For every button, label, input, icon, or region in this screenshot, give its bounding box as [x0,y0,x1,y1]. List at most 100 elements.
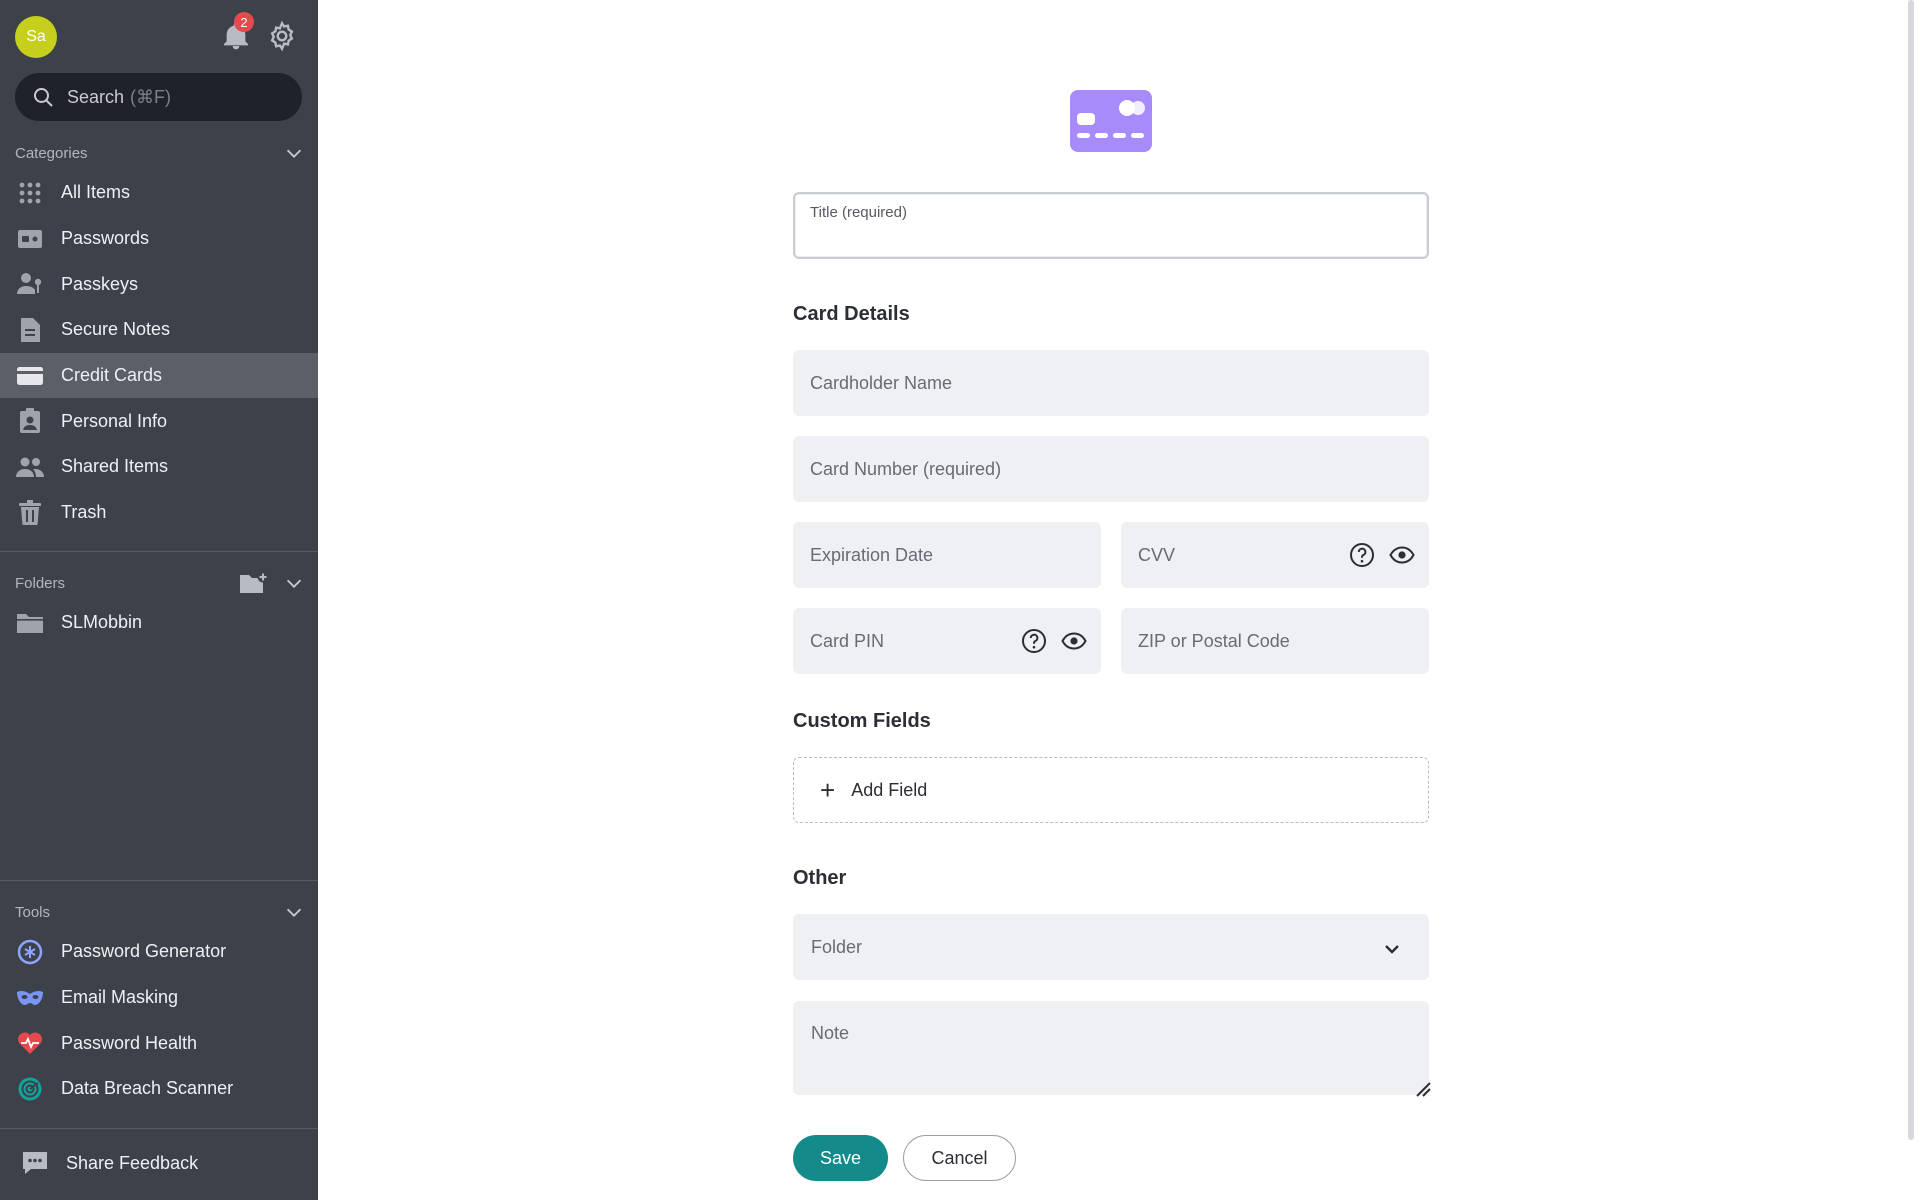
chevron-down-icon [1385,945,1399,954]
trash-icon [16,499,44,527]
sidebar-item-label: Personal Info [61,410,168,431]
password-icon [16,225,44,253]
tools-header[interactable]: Tools [15,900,305,924]
custom-fields-heading: Custom Fields [793,710,931,732]
search-icon [34,88,53,107]
categories-label: Categories [15,144,88,162]
eye-icon[interactable] [1389,542,1415,568]
share-feedback-button[interactable]: Share Feedback [20,1148,198,1178]
search-label: Search [67,86,125,107]
sidebar-item-label: Password Generator [61,941,227,962]
categories-list: All Items Passwords Passkeys Secure Note… [0,170,318,536]
sidebar-item-data-breach-scanner[interactable]: Data Breach Scanner [0,1066,318,1112]
title-field[interactable]: Title (required) [793,192,1429,259]
credit-card-icon [1070,90,1152,152]
sidebar-item-password-health[interactable]: Password Health [0,1020,318,1066]
chevron-down-icon[interactable] [283,901,305,923]
cvv-placeholder: CVV [1138,544,1176,565]
resize-handle-icon[interactable] [1413,1079,1433,1099]
cardholder-name-field[interactable]: Cardholder Name [793,350,1429,416]
chevron-down-icon[interactable] [283,142,305,164]
card-number-placeholder: Card Number (required) [810,458,1002,479]
mask-icon [16,984,44,1012]
scanner-icon [16,1075,44,1103]
grid-icon [16,179,44,207]
note-icon [16,316,44,344]
sidebar-item-credit-cards[interactable]: Credit Cards [0,352,318,399]
chevron-down-icon[interactable] [283,572,305,594]
app-window: Sa 2 Search (⌘F) Categories All Items Pa… [0,0,1920,1200]
sidebar-item-passwords[interactable]: Passwords [0,216,318,262]
save-button[interactable]: Save [793,1135,888,1181]
tools-label: Tools [15,903,51,921]
add-field-button[interactable]: + Add Field [793,757,1429,823]
zip-code-placeholder: ZIP or Postal Code [1138,630,1290,651]
card-pin-placeholder: Card PIN [810,630,885,651]
sidebar-item-passkeys[interactable]: Passkeys [0,261,318,307]
sidebar-item-label: Secure Notes [61,319,171,340]
note-textarea[interactable]: Note [793,1001,1431,1097]
zip-code-field[interactable]: ZIP or Postal Code [1121,608,1429,674]
divider [0,880,318,881]
card-number-field[interactable]: Card Number (required) [793,436,1429,502]
cardholder-name-placeholder: Cardholder Name [810,372,953,393]
chat-icon [23,1152,47,1174]
cancel-button[interactable]: Cancel [903,1135,1016,1181]
plus-icon: + [820,775,836,805]
sidebar-item-folder[interactable]: SLMobbin [0,600,318,646]
sidebar-item-label: Shared Items [61,456,169,477]
sidebar-item-label: Data Breach Scanner [61,1078,234,1099]
password-generator-icon [16,938,44,966]
folder-select-value: Folder [811,936,863,957]
folder-select[interactable]: Folder [793,914,1429,980]
sidebar-item-email-masking[interactable]: Email Masking [0,975,318,1021]
folders-header: Folders [15,571,305,595]
sidebar-item-all-items[interactable]: All Items [0,170,318,216]
sidebar: Sa 2 Search (⌘F) Categories All Items Pa… [0,0,318,1200]
health-icon [16,1029,44,1057]
note-placeholder: Note [811,1023,850,1043]
divider [0,1128,318,1129]
title-field-label: Title (required) [810,204,907,221]
sidebar-item-label: Passkeys [61,273,139,294]
folders-label: Folders [15,574,66,592]
tools-list: Password Generator Email Masking Passwor… [0,929,318,1112]
sidebar-item-trash[interactable]: Trash [0,490,318,536]
sidebar-item-label: Email Masking [61,987,179,1008]
categories-header[interactable]: Categories [15,141,305,165]
credit-card-icon [16,362,44,390]
share-feedback-label: Share Feedback [66,1152,199,1173]
add-folder-icon[interactable] [239,571,269,595]
notification-badge: 2 [234,12,254,32]
help-icon[interactable] [1349,542,1375,568]
shared-items-icon [16,453,44,481]
add-field-label: Add Field [851,779,928,800]
sidebar-item-password-generator[interactable]: Password Generator [0,929,318,975]
sidebar-item-shared-items[interactable]: Shared Items [0,444,318,490]
cvv-field[interactable]: CVV [1121,522,1429,588]
folders-list: SLMobbin [0,600,318,646]
sidebar-item-label: SLMobbin [61,612,143,633]
other-heading: Other [793,867,847,889]
sidebar-item-label: Password Health [61,1032,198,1053]
search-input[interactable]: Search (⌘F) [15,73,302,121]
scrollbar[interactable] [1908,0,1914,1140]
avatar[interactable]: Sa [15,16,57,58]
expiration-date-field[interactable]: Expiration Date [793,522,1101,588]
card-pin-field[interactable]: Card PIN [793,608,1101,674]
sidebar-item-label: Trash [61,502,107,523]
divider [0,551,318,552]
sidebar-item-secure-notes[interactable]: Secure Notes [0,307,318,353]
sidebar-item-label: Credit Cards [61,365,163,386]
personal-info-icon [16,407,44,435]
expiration-date-placeholder: Expiration Date [810,544,934,565]
sidebar-item-label: All Items [61,182,131,203]
card-details-heading: Card Details [793,303,910,325]
help-icon[interactable] [1021,628,1047,654]
gear-icon[interactable] [266,20,298,52]
eye-icon[interactable] [1061,628,1087,654]
sidebar-item-personal-info[interactable]: Personal Info [0,398,318,444]
passkey-icon [16,270,44,298]
sidebar-item-label: Passwords [61,228,150,249]
search-shortcut: (⌘F) [130,86,172,107]
